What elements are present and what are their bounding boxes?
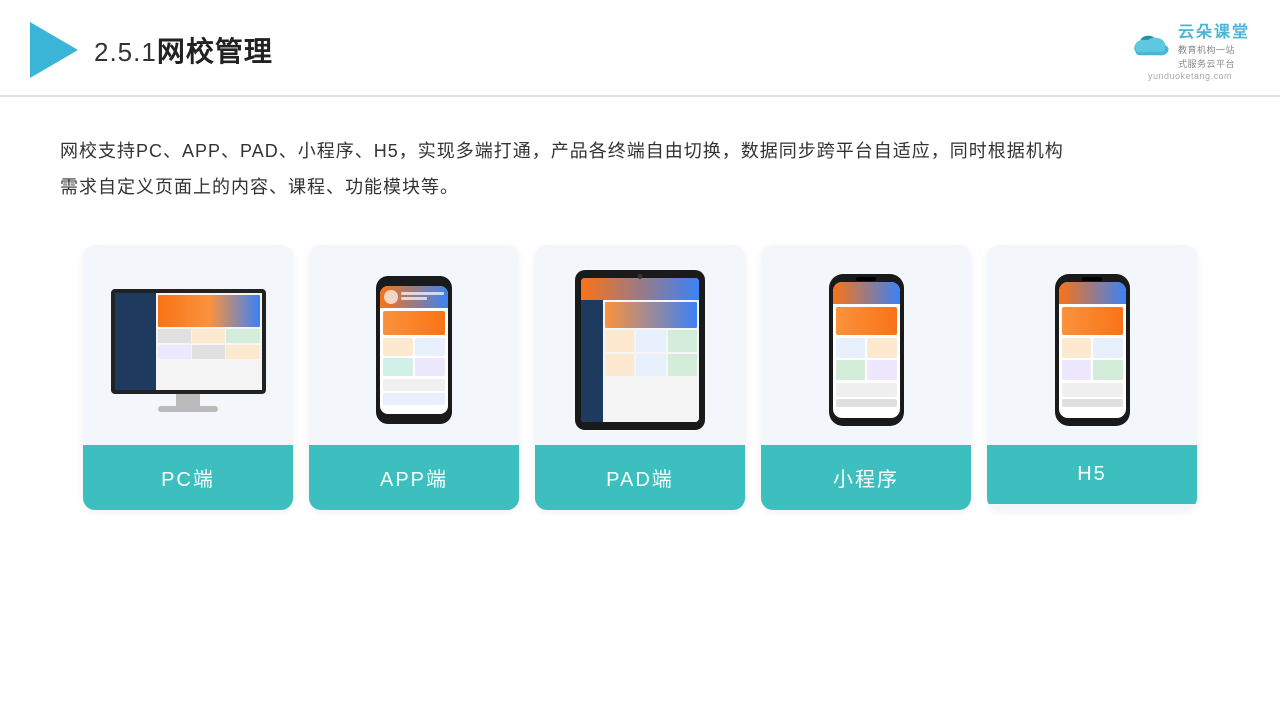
logo-triangle-icon [30,22,78,78]
brand-name-text: 云朵课堂 [1178,18,1250,42]
card-app: APP端 [309,245,519,510]
card-h5-label: H5 [987,445,1197,504]
page-header: 2.5.1网校管理 云朵课堂 教育机构一站 式服务云平台 yunduoketan… [0,0,1280,97]
card-pad-label: PAD端 [535,445,745,510]
card-pad: PAD端 [535,245,745,510]
card-miniprogram: 小程序 [761,245,971,510]
card-pc: PC端 [83,245,293,510]
brand-text: 云朵课堂 教育机构一站 式服务云平台 [1178,18,1250,70]
card-miniprogram-image [761,245,971,445]
h5-phone-icon [1055,274,1130,426]
card-app-image [309,245,519,445]
cloud-logo-icon [1130,29,1172,59]
description-line2: 需求自定义页面上的内容、课程、功能模块等。 [60,169,1220,205]
card-pc-image [83,245,293,445]
app-phone-icon [374,276,454,424]
brand-sub1-text: 教育机构一站 [1178,43,1235,56]
card-pad-image [535,245,745,445]
brand-sub2-text: 式服务云平台 [1178,57,1235,70]
card-h5: H5 [987,245,1197,510]
card-h5-image [987,245,1197,445]
section-number: 2.5.1 [94,37,157,67]
header-left: 2.5.1网校管理 [30,22,273,78]
brand-logo-area: 云朵课堂 教育机构一站 式服务云平台 yunduoketang.com [1130,18,1250,81]
page-title: 2.5.1网校管理 [94,30,273,70]
pc-monitor-icon [101,289,276,412]
miniprogram-phone-icon [829,274,904,426]
brand-logo: 云朵课堂 教育机构一站 式服务云平台 [1130,18,1250,70]
pad-tablet-icon [575,270,705,430]
card-miniprogram-label: 小程序 [761,445,971,510]
card-pc-label: PC端 [83,445,293,510]
description-line1: 网校支持PC、APP、PAD、小程序、H5，实现多端打通，产品各终端自由切换，数… [60,133,1220,169]
description-block: 网校支持PC、APP、PAD、小程序、H5，实现多端打通，产品各终端自由切换，数… [0,97,1280,225]
brand-url-text: yunduoketang.com [1148,71,1232,81]
platform-cards: PC端 [0,225,1280,550]
card-app-label: APP端 [309,445,519,510]
monitor-screen [111,289,266,394]
